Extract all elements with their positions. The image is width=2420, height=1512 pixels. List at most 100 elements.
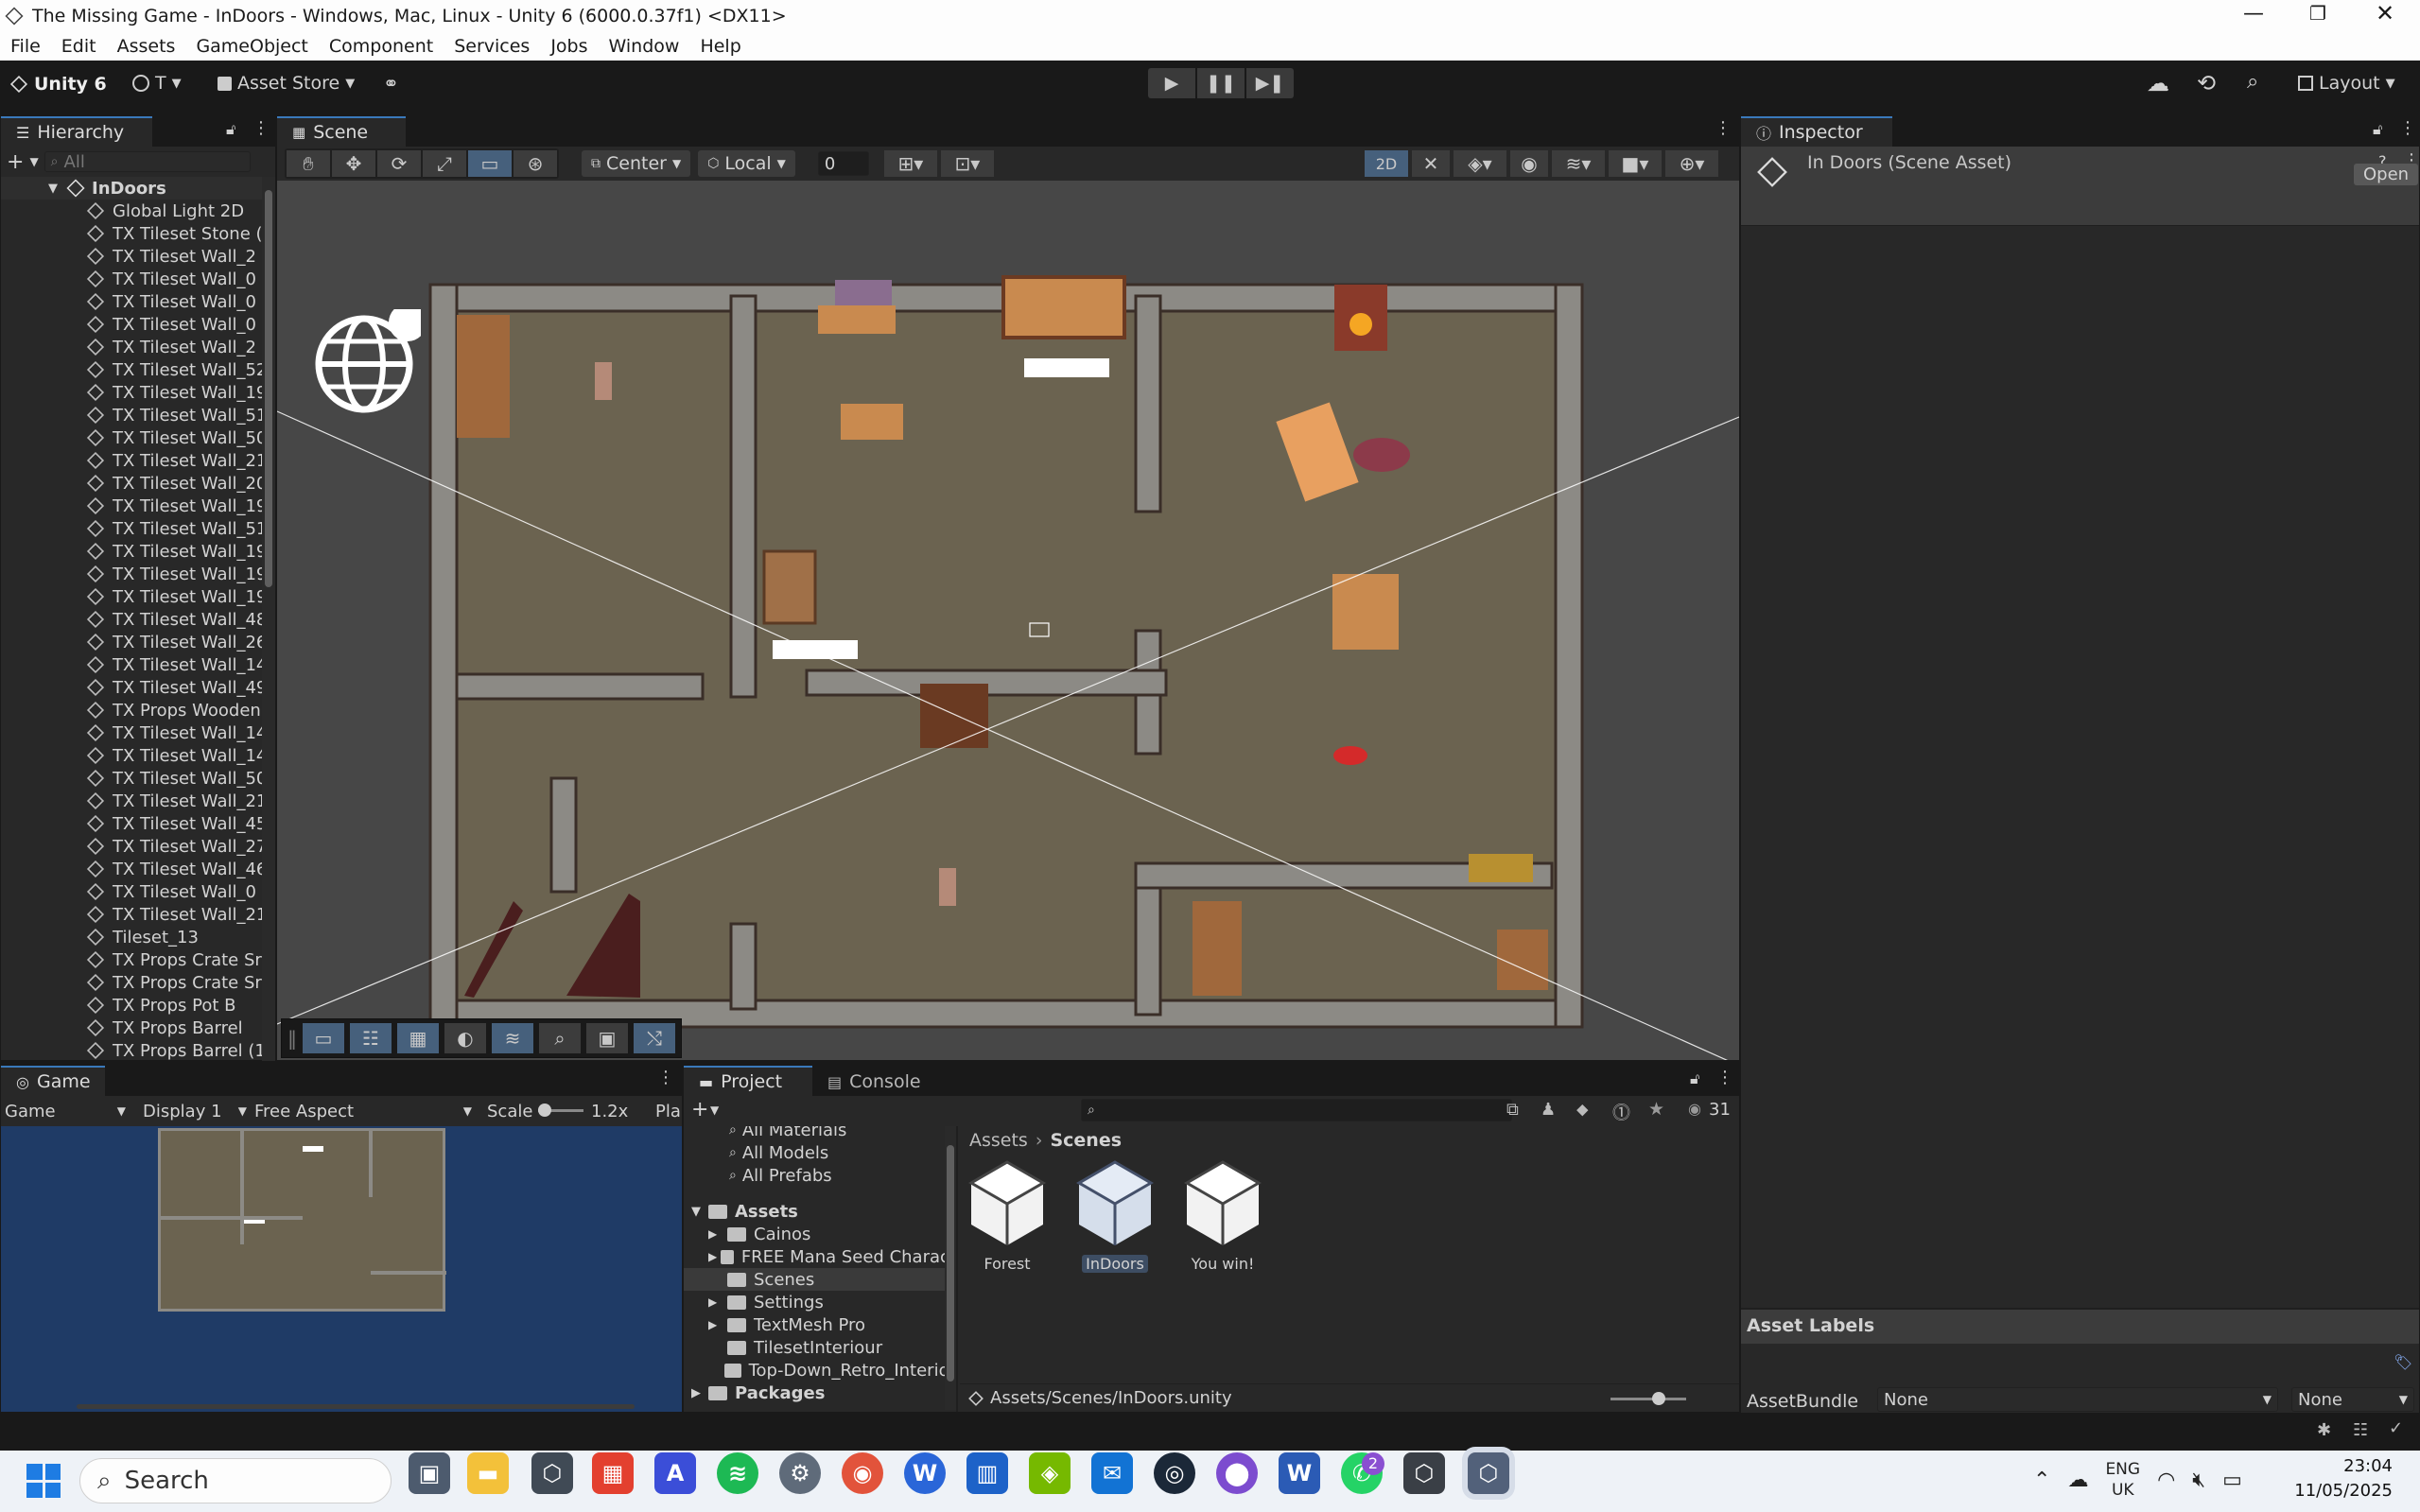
chevron-down-icon[interactable]: ▼ bbox=[710, 1104, 719, 1117]
camera-preview-icon[interactable]: ▣ bbox=[586, 1023, 628, 1053]
favorite-all-prefabs[interactable]: ⌕ All Prefabs bbox=[684, 1164, 956, 1187]
hierarchy-item[interactable]: TX Tileset Wall_14 bbox=[1, 653, 262, 676]
game-scrollbar[interactable] bbox=[77, 1404, 635, 1409]
open-button[interactable]: Open bbox=[2354, 164, 2419, 185]
onedrive-icon[interactable]: ☁ bbox=[2067, 1469, 2088, 1492]
camera-icon[interactable]: ■▾ bbox=[1609, 150, 1662, 177]
history-icon[interactable]: ⟲ bbox=[2197, 70, 2216, 96]
folder-item[interactable]: ▶ FREE Mana Seed Charact bbox=[684, 1245, 956, 1268]
scene-asset-forest[interactable]: Forest bbox=[960, 1156, 1054, 1273]
hierarchy-item[interactable]: TX Tileset Wall_49 bbox=[1, 676, 262, 699]
lock-icon[interactable]: 🔓︎ bbox=[1690, 1069, 1699, 1088]
windows-start-icon[interactable] bbox=[26, 1464, 61, 1498]
menu-component[interactable]: Component bbox=[319, 36, 444, 57]
lock-icon[interactable]: 🔓︎ bbox=[226, 120, 235, 139]
hierarchy-item[interactable]: TX Props Wooden bbox=[1, 699, 262, 721]
asset-store-dropdown[interactable]: Asset Store ▼ bbox=[218, 73, 355, 94]
hierarchy-item[interactable]: TX Tileset Wall_51 bbox=[1, 404, 262, 426]
hierarchy-item[interactable]: TX Tileset Wall_20 bbox=[1, 472, 262, 495]
hierarchy-item[interactable]: TX Props Crate Sr bbox=[1, 948, 262, 971]
unity-brand[interactable]: Unity 6 bbox=[9, 74, 107, 95]
favorite-all-models[interactable]: ⌕ All Models bbox=[684, 1141, 956, 1164]
create-button[interactable]: + bbox=[691, 1098, 708, 1121]
pivot-dropdown[interactable]: ⧉ Center ▼ bbox=[582, 150, 691, 177]
hierarchy-item[interactable]: TX Tileset Wall_27 bbox=[1, 835, 262, 858]
clock[interactable]: 23:04 11/05/2025 bbox=[2289, 1454, 2393, 1503]
menu-jobs[interactable]: Jobs bbox=[540, 36, 598, 57]
hierarchy-item[interactable]: TX Tileset Wall_0 ( bbox=[1, 313, 262, 336]
webex-icon[interactable]: W bbox=[904, 1452, 946, 1494]
snap-increment-input[interactable]: 0 bbox=[817, 151, 869, 176]
menu-file[interactable]: File bbox=[0, 36, 51, 57]
maximize-button[interactable]: ❐ bbox=[2309, 2, 2326, 25]
hierarchy-item[interactable]: TX Tileset Wall_14 bbox=[1, 721, 262, 744]
hierarchy-item[interactable]: TX Tileset Wall_0 bbox=[1, 268, 262, 290]
gizmos-icon[interactable]: ⊕▾ bbox=[1665, 150, 1718, 177]
chevron-down-icon[interactable]: ▼ bbox=[29, 155, 38, 168]
breadcrumb-scenes[interactable]: Scenes bbox=[1050, 1130, 1122, 1151]
store-icon[interactable]: ▦ bbox=[592, 1452, 634, 1494]
hierarchy-item[interactable]: Tileset_13 bbox=[1, 926, 262, 948]
hierarchy-item[interactable]: TX Tileset Wall_19 bbox=[1, 563, 262, 585]
menu-gameobject[interactable]: GameObject bbox=[185, 36, 318, 57]
unity-active-icon[interactable]: ⬡ bbox=[1468, 1452, 1509, 1494]
trello-icon[interactable]: ▥ bbox=[966, 1452, 1008, 1494]
pause-button[interactable]: ❚❚ bbox=[1197, 68, 1245, 98]
hierarchy-item[interactable]: TX Props Barrel bbox=[1, 1017, 262, 1039]
chevron-up-icon[interactable]: ⌃ bbox=[2033, 1469, 2050, 1492]
folder-item[interactable]: ▶ Cainos bbox=[684, 1223, 956, 1245]
tag-icon[interactable]: 🏷︎ bbox=[2394, 1353, 2412, 1371]
unity-hub-icon[interactable]: ⬡ bbox=[531, 1452, 573, 1494]
cache-icon[interactable]: ☷ bbox=[2353, 1420, 2368, 1440]
scale-tool-icon[interactable]: ⤢ bbox=[423, 150, 466, 177]
play-focus-label[interactable]: Pla bbox=[655, 1102, 681, 1121]
hierarchy-item[interactable]: TX Tileset Wall_21 bbox=[1, 903, 262, 926]
hidden-packages-count[interactable]: 31 bbox=[1709, 1100, 1731, 1120]
shading-icon[interactable]: ◐ bbox=[444, 1023, 486, 1053]
outlook-icon[interactable]: ✉ bbox=[1091, 1452, 1133, 1494]
bug-icon[interactable]: ✱ bbox=[2317, 1420, 2331, 1440]
kebab-menu-icon[interactable]: ⋮ bbox=[1715, 118, 1732, 138]
hierarchy-item[interactable]: TX Tileset Wall_50 bbox=[1, 767, 262, 790]
menu-window[interactable]: Window bbox=[599, 36, 690, 57]
scene-asset-you-win[interactable]: You win! bbox=[1175, 1156, 1270, 1273]
hierarchy-item[interactable]: TX Tileset Wall_48 bbox=[1, 608, 262, 631]
hierarchy-item[interactable]: TX Tileset Wall_0 ( bbox=[1, 290, 262, 313]
hierarchy-item[interactable]: TX Tileset Wall_51 bbox=[1, 517, 262, 540]
hierarchy-scrollbar[interactable] bbox=[262, 177, 275, 1062]
check-icon[interactable]: ✓ bbox=[2389, 1418, 2403, 1438]
close-button[interactable]: ✕ bbox=[2376, 0, 2394, 26]
menu-help[interactable]: Help bbox=[689, 36, 751, 57]
display-dropdown[interactable]: Display 1 ▼ bbox=[143, 1102, 247, 1121]
effects-icon[interactable]: ◈▾ bbox=[1454, 150, 1506, 177]
tab-game[interactable]: ◎ Game bbox=[1, 1066, 105, 1096]
tree-scrollbar[interactable] bbox=[945, 1126, 956, 1410]
tab-console[interactable]: ▤ Console bbox=[812, 1066, 941, 1096]
assets-root[interactable]: ▼ Assets bbox=[684, 1200, 956, 1223]
cloud-icon[interactable]: ☁ bbox=[2147, 70, 2169, 96]
rect-tool-icon[interactable]: ▭ bbox=[468, 150, 512, 177]
hierarchy-item[interactable]: TX Tileset Wall_19 bbox=[1, 585, 262, 608]
lighting-icon[interactable]: ✕ bbox=[1412, 150, 1450, 177]
project-search-input[interactable]: ⌕ bbox=[1081, 1099, 1512, 1121]
layers-icon[interactable]: ≋▾ bbox=[1552, 150, 1605, 177]
taskbar-search[interactable]: ⌕ Search bbox=[79, 1458, 392, 1503]
hierarchy-item[interactable]: TX Tileset Wall_19 bbox=[1, 381, 262, 404]
toggle-2d-button[interactable]: 2D bbox=[1365, 150, 1408, 177]
spotify-icon[interactable]: ≋ bbox=[717, 1452, 758, 1494]
folder-item[interactable]: Scenes bbox=[684, 1268, 956, 1291]
game-view-dropdown[interactable]: Game ▼ bbox=[5, 1102, 126, 1121]
nav-icon[interactable]: ⤭ bbox=[634, 1023, 675, 1053]
account-dropdown[interactable]: T ▼ bbox=[132, 73, 182, 94]
hierarchy-item[interactable]: TX Tileset Wall_26 bbox=[1, 631, 262, 653]
wifi-icon[interactable]: ◠ bbox=[2157, 1469, 2175, 1492]
global-light-icon[interactable] bbox=[315, 304, 427, 415]
hierarchy-item[interactable]: TX Tileset Wall_2 bbox=[1, 245, 262, 268]
create-button[interactable]: + bbox=[7, 150, 24, 174]
version-control-icon[interactable]: ⚭ bbox=[383, 72, 399, 95]
folder-item[interactable]: Top-Down_Retro_Interior bbox=[684, 1359, 956, 1382]
aspect-dropdown[interactable]: Free Aspect ▼ bbox=[254, 1102, 472, 1121]
tab-inspector[interactable]: ⓘ Inspector bbox=[1741, 116, 1892, 147]
zoom-icon[interactable]: ⌕ bbox=[539, 1023, 581, 1053]
hierarchy-item[interactable]: TX Tileset Wall_21 bbox=[1, 790, 262, 812]
